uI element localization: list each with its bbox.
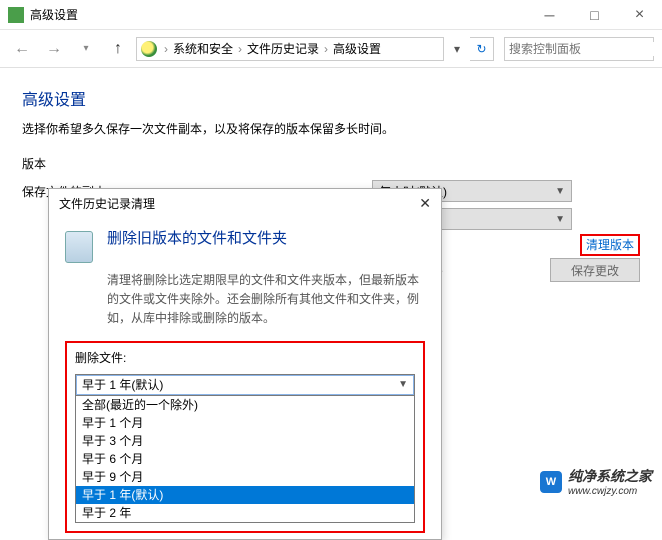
up-button[interactable]: ↑ <box>104 35 132 63</box>
dialog-title-text: 文件历史记录清理 <box>59 195 419 212</box>
chevron-right-icon[interactable]: › <box>161 42 171 56</box>
window-titlebar: 高级设置 ─ □ × <box>0 0 662 30</box>
clean-versions-link[interactable]: 清理版本 <box>580 234 640 256</box>
save-changes-button[interactable]: 保存更改 <box>550 258 640 282</box>
watermark-icon: W <box>540 471 562 493</box>
chevron-down-icon: ▼ <box>398 379 408 390</box>
crumb-3[interactable]: 高级设置 <box>331 40 383 57</box>
chevron-right-icon[interactable]: › <box>235 42 245 56</box>
forward-button: → <box>40 35 68 63</box>
delete-file-label: 删除文件: <box>75 349 415 366</box>
dialog-description: 清理将删除比选定期限早的文件和文件夹版本，但最新版本的文件或文件夹除外。还会删除… <box>107 271 425 329</box>
cleanup-dialog: 文件历史记录清理 ✕ 删除旧版本的文件和文件夹 清理将删除比选定期限早的文件和文… <box>48 188 442 540</box>
page-heading: 高级设置 <box>22 86 640 110</box>
page-subtitle: 选择你希望多久保存一次文件副本，以及将保存的版本保留多长时间。 <box>22 120 640 137</box>
dialog-heading: 删除旧版本的文件和文件夹 <box>107 227 287 248</box>
chevron-down-icon: ▼ <box>555 186 565 197</box>
minimize-button[interactable]: ─ <box>527 0 572 30</box>
window-title: 高级设置 <box>30 6 527 23</box>
refresh-button[interactable]: ↻ <box>470 37 494 61</box>
crumb-2[interactable]: 文件历史记录 <box>245 40 321 57</box>
history-dropdown[interactable]: ▾ <box>72 35 100 63</box>
delete-file-select[interactable]: 早于 1 年(默认) ▼ <box>75 374 415 396</box>
breadcrumb-dropdown[interactable]: ▾ <box>448 42 466 56</box>
chevron-down-icon: ▼ <box>555 214 565 225</box>
dropdown-option[interactable]: 早于 3 个月 <box>76 432 414 450</box>
back-button[interactable]: ← <box>8 35 36 63</box>
dropdown-option[interactable]: 早于 9 个月 <box>76 468 414 486</box>
watermark-url: www.cwjzy.com <box>568 486 652 497</box>
recycle-bin-icon <box>65 225 97 263</box>
breadcrumb[interactable]: › 系统和安全 › 文件历史记录 › 高级设置 <box>136 37 444 61</box>
watermark-text: 纯净系统之家 <box>568 466 652 486</box>
dialog-close-button[interactable]: ✕ <box>419 195 431 212</box>
delete-file-highlight: 删除文件: 早于 1 年(默认) ▼ 全部(最近的一个除外)早于 1 个月早于 … <box>65 341 425 533</box>
dropdown-option[interactable]: 全部(最近的一个除外) <box>76 396 414 414</box>
dropdown-option[interactable]: 早于 1 个月 <box>76 414 414 432</box>
chevron-right-icon[interactable]: › <box>321 42 331 56</box>
close-button[interactable]: × <box>617 0 662 30</box>
dropdown-option[interactable]: 早于 1 年(默认) <box>76 486 414 504</box>
breadcrumb-icon <box>141 41 157 57</box>
dialog-titlebar: 文件历史记录清理 ✕ <box>49 189 441 217</box>
crumb-1[interactable]: 系统和安全 <box>171 40 235 57</box>
section-version-label: 版本 <box>22 155 640 172</box>
maximize-button[interactable]: □ <box>572 0 617 30</box>
app-icon <box>8 7 24 23</box>
delete-file-dropdown: 全部(最近的一个除外)早于 1 个月早于 3 个月早于 6 个月早于 9 个月早… <box>75 396 415 523</box>
search-input[interactable] <box>509 42 662 56</box>
navigation-bar: ← → ▾ ↑ › 系统和安全 › 文件历史记录 › 高级设置 ▾ ↻ 🔍 <box>0 30 662 68</box>
dropdown-option[interactable]: 早于 6 个月 <box>76 450 414 468</box>
watermark: W 纯净系统之家 www.cwjzy.com <box>540 466 652 497</box>
dropdown-option[interactable]: 早于 2 年 <box>76 504 414 522</box>
search-box[interactable]: 🔍 <box>504 37 654 61</box>
delete-file-selected: 早于 1 年(默认) <box>82 376 163 393</box>
